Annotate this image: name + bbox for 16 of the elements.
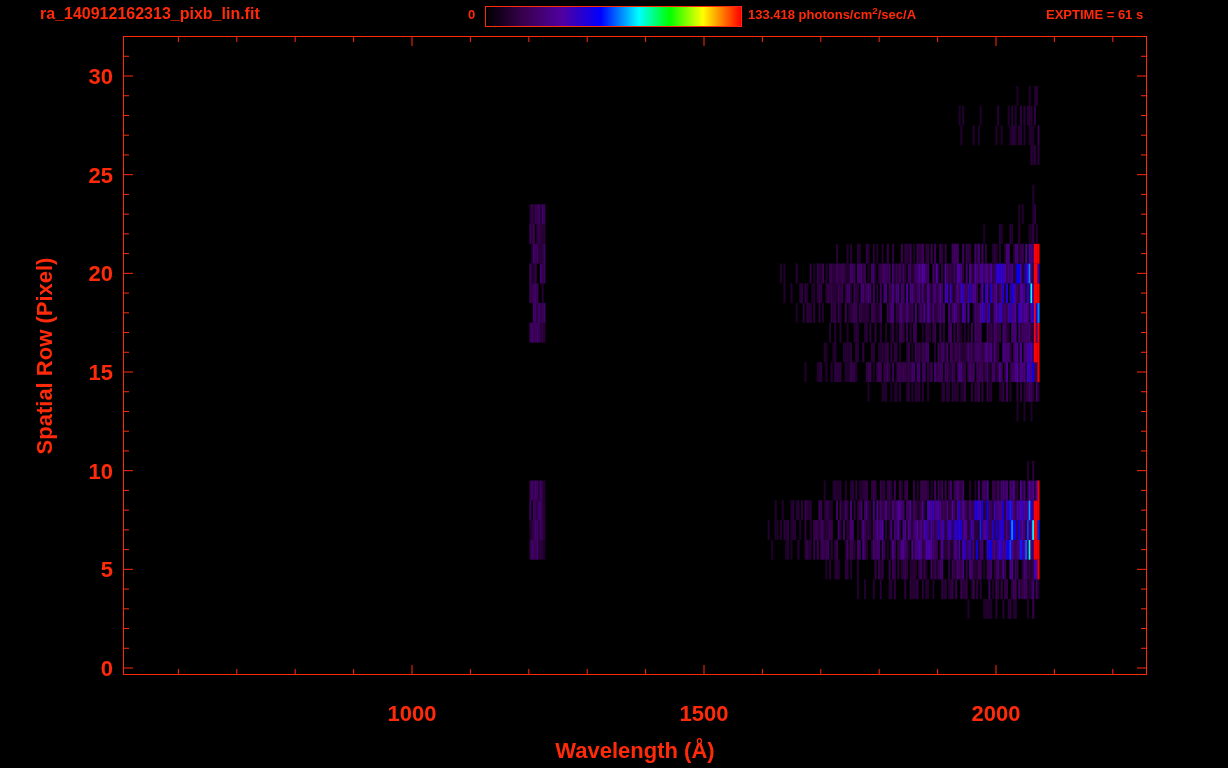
y-tick-label: 5 — [100, 557, 113, 583]
y-tick-label: 25 — [88, 162, 113, 188]
y-tick-label: 20 — [88, 261, 113, 287]
colorbar-max-label: 133.418 photons/cm$^{2}$/sec/A — [748, 4, 918, 24]
y-tick-label: 30 — [88, 64, 113, 89]
y-axis-title: Spatial Row (Pixel) — [32, 257, 57, 455]
x-axis-title: Wavelength (Å) — [555, 738, 715, 763]
x-tick-label: 1500 — [679, 701, 729, 726]
file-title: ra_140912162313_pixb_lin.fit — [40, 4, 261, 24]
colorbar-min-label: 0 — [468, 6, 477, 24]
x-tick-label: 1000 — [387, 701, 437, 726]
exposure-time: EXPTIME = 61 s — [1046, 6, 1144, 24]
y-tick-label: 15 — [88, 360, 113, 385]
y-tick-label: 10 — [88, 458, 113, 484]
y-tick-label: 0 — [100, 656, 113, 681]
x-tick-label: 2000 — [971, 701, 1021, 726]
